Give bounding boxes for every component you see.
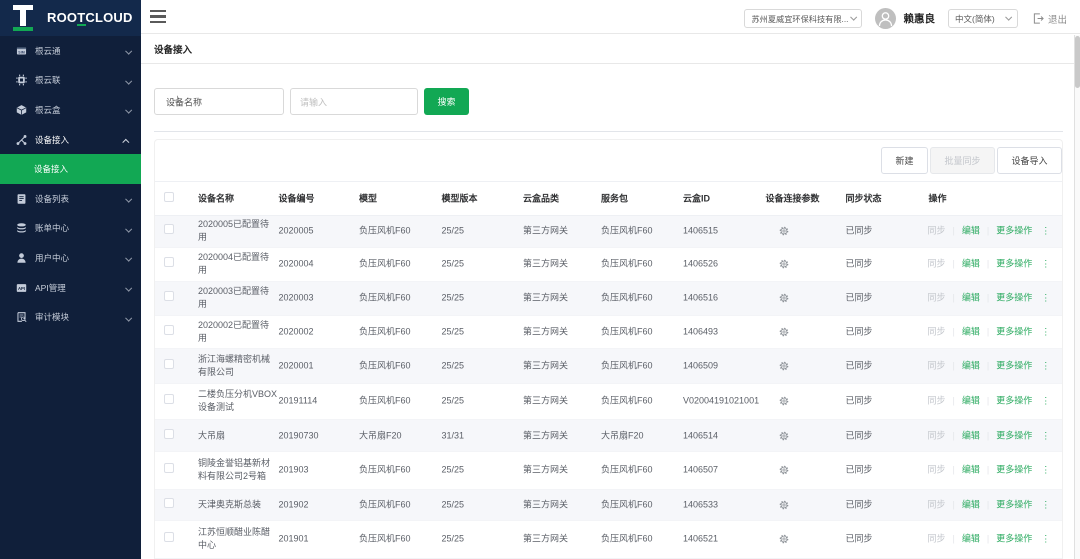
svg-text:API: API (18, 285, 25, 290)
svg-text:SIM: SIM (18, 50, 24, 54)
